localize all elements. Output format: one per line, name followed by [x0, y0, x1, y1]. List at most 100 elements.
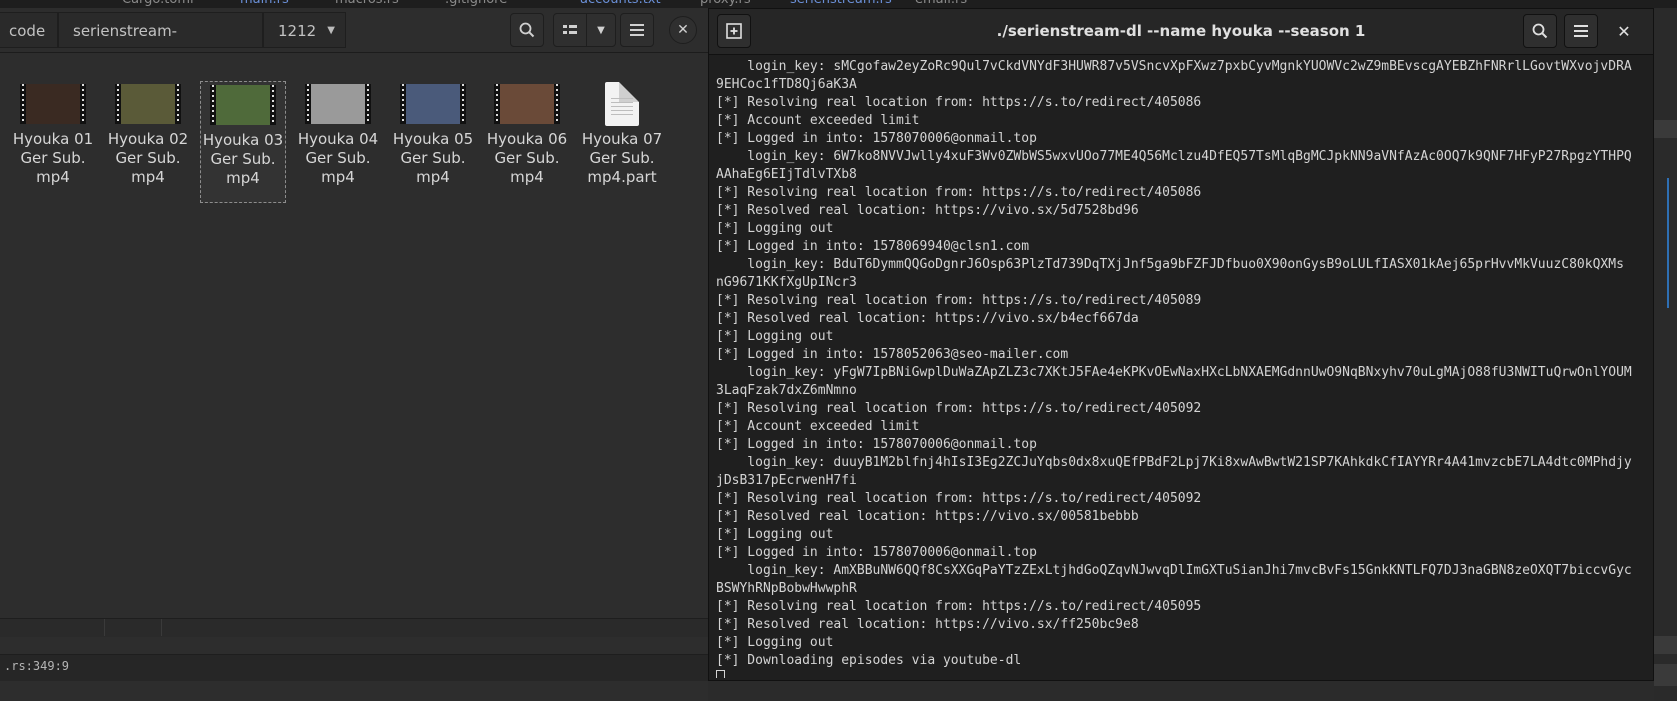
terminal-line: [*] Logging out — [716, 635, 834, 650]
view-mode-button[interactable] — [553, 13, 587, 47]
file-name-line: mp4 — [131, 168, 165, 186]
file-name-line: mp4 — [510, 168, 544, 186]
file-item-hyouka-03[interactable]: Hyouka 03 Ger Sub. mp4 — [200, 81, 286, 203]
document-icon — [605, 82, 639, 126]
breadcrumb-1212-label: 1212 — [278, 22, 317, 40]
file-grid: Hyouka 01 Ger Sub. mp4 Hyouka 02 Ger Sub… — [0, 53, 708, 618]
file-name-line: mp4 — [321, 168, 355, 186]
background-editor-edge — [1654, 8, 1677, 701]
background-editor-tab[interactable]: serienstream.rs — [790, 0, 892, 7]
terminal-line: login_key: BduT6DymmQQGoDgnrJ6Osp63PlzTd… — [716, 257, 1624, 272]
terminal-line: [*] Logged in into: 1578070006@onmail.to… — [716, 437, 1037, 452]
editor-edge-mark — [1654, 120, 1677, 138]
terminal-line: [*] Resolving real location from: https:… — [716, 491, 1202, 506]
search-icon — [1532, 23, 1548, 39]
terminal-line: login_key: sMCgofaw2eyZoRc9Qul7vCkdVNYdF… — [716, 59, 1632, 74]
file-name-line: mp4.part — [587, 168, 657, 186]
background-editor-tabs: Cargo.toml main.rs macros.rs .gitignore acco… — [0, 0, 1677, 8]
terminal-line: [*] Logged in into: 1578052063@seo-maile… — [716, 347, 1069, 362]
file-item-hyouka-06[interactable]: Hyouka 06 Ger Sub. mp4 — [484, 81, 570, 187]
breadcrumb-1212[interactable]: 1212 ▼ — [263, 12, 346, 48]
terminal-line: login_key: AmXBBuNW6QQf8CsXXGqPaYTzZExLt… — [716, 563, 1632, 578]
terminal-menu-button[interactable] — [1564, 14, 1598, 48]
terminal-line: login_key: yFgW7IpBNiGwplDuWaZApZLZ3c7XK… — [716, 365, 1632, 380]
close-icon: ✕ — [1617, 21, 1631, 41]
chevron-down-icon: ▼ — [597, 24, 605, 36]
terminal-line: [*] Logged in into: 1578069940@clsn1.com — [716, 239, 1030, 254]
terminal-line: [*] Resolving real location from: https:… — [716, 293, 1202, 308]
file-name-line: Ger Sub. — [589, 149, 655, 167]
breadcrumb-code[interactable]: code — [0, 12, 58, 48]
search-button[interactable] — [510, 13, 544, 47]
editor-statusbar: .rs:349:9 — [0, 654, 708, 681]
terminal-line: [*] Resolving real location from: https:… — [716, 95, 1202, 110]
background-editor-tab[interactable]: macros.rs — [335, 0, 399, 7]
terminal-cursor — [716, 670, 725, 678]
statusbar-segment — [105, 619, 162, 636]
terminal-window: ./serienstream-dl --name hyouka --season… — [708, 8, 1654, 681]
editor-edge-mark — [1654, 636, 1677, 654]
breadcrumb-serienstream-downloader[interactable]: serienstream-downloader — [58, 12, 263, 76]
terminal-line: [*] Resolved real location: https://vivo… — [716, 203, 1139, 218]
file-name-line: mp4 — [36, 168, 70, 186]
file-name-line: mp4 — [416, 168, 450, 186]
file-name-line: Ger Sub. — [400, 149, 466, 167]
terminal-line: 3LaqFzak7dxZ6mNmno — [716, 383, 857, 398]
background-editor-tab[interactable]: accounts.txt — [580, 0, 661, 7]
terminal-prompt-line — [716, 670, 1646, 678]
terminal-line: [*] Account exceeded limit — [716, 419, 920, 434]
terminal-line: [*] Resolving real location from: https:… — [716, 185, 1202, 200]
hamburger-icon — [630, 24, 644, 36]
terminal-line: [*] Resolved real location: https://vivo… — [716, 509, 1139, 524]
file-name-line: Hyouka 06 — [486, 130, 568, 148]
video-thumbnail — [494, 84, 560, 124]
file-item-hyouka-01[interactable]: Hyouka 01 Ger Sub. mp4 — [10, 81, 96, 187]
editor-edge-mark — [1654, 664, 1677, 686]
file-manager-statusbar — [0, 618, 708, 637]
terminal-line: [*] Logged in into: 1578070006@onmail.to… — [716, 545, 1037, 560]
file-name-line: mp4 — [226, 169, 260, 187]
terminal-line: [*] Logging out — [716, 329, 834, 344]
terminal-line: 9EHCoc1fTD8Qj6aK3A — [716, 77, 857, 92]
file-name-line: Hyouka 05 — [392, 130, 474, 148]
file-item-hyouka-07[interactable]: Hyouka 07 Ger Sub. mp4.part — [579, 81, 665, 187]
terminal-line: login_key: duuyB1M2blfnj4hIsI3Eg2ZCJuYqb… — [716, 455, 1632, 470]
file-item-hyouka-02[interactable]: Hyouka 02 Ger Sub. mp4 — [105, 81, 191, 187]
terminal-line: BSWYhRNpBobwHwwphR — [716, 581, 857, 596]
video-thumbnail — [210, 85, 276, 125]
file-item-hyouka-04[interactable]: Hyouka 04 Ger Sub. mp4 — [295, 81, 381, 187]
terminal-title: ./serienstream-dl --name hyouka --season… — [996, 22, 1366, 40]
editor-scrollbar[interactable] — [1667, 178, 1669, 308]
background-editor-tab[interactable]: .gitignore — [445, 0, 507, 7]
statusbar-segment — [0, 619, 105, 636]
background-editor-tab[interactable]: main.rs — [240, 0, 289, 7]
terminal-output[interactable]: login_key: sMCgofaw2eyZoRc9Qul7vCkdVNYdF… — [716, 58, 1646, 678]
search-icon — [519, 22, 535, 38]
background-editor-tab[interactable]: proxy.rs — [700, 0, 751, 7]
cursor-position: .rs:349:9 — [4, 659, 70, 673]
background-editor-tab[interactable]: email.rs — [915, 0, 967, 7]
close-button[interactable]: ✕ — [669, 16, 697, 44]
view-options-dropdown[interactable]: ▼ — [586, 13, 616, 47]
video-thumbnail — [400, 84, 466, 124]
terminal-line: [*] Account exceeded limit — [716, 113, 920, 128]
terminal-line: nG9671KKfXgUpINcr3 — [716, 275, 857, 290]
file-name-line: Hyouka 03 — [202, 131, 284, 149]
file-item-hyouka-05[interactable]: Hyouka 05 Ger Sub. mp4 — [390, 81, 476, 187]
chevron-down-icon: ▼ — [327, 25, 335, 36]
terminal-line: [*] Resolved real location: https://vivo… — [716, 617, 1139, 632]
file-name-line: Ger Sub. — [494, 149, 560, 167]
background-editor-tab[interactable]: Cargo.toml — [122, 0, 194, 7]
terminal-search-button[interactable] — [1523, 14, 1557, 48]
terminal-line: [*] Logged in into: 1578070006@onmail.to… — [716, 131, 1037, 146]
file-name-line: Ger Sub. — [210, 150, 276, 168]
file-name-line: Hyouka 04 — [297, 130, 379, 148]
terminal-close-button[interactable]: ✕ — [1607, 14, 1641, 48]
video-thumbnail — [115, 84, 181, 124]
file-manager-window: code serienstream-downloader 1212 ▼ ▼ ✕ … — [0, 8, 708, 701]
terminal-line: [*] Logging out — [716, 527, 834, 542]
terminal-line: login_key: 6W7ko8NVVJwlly4xuF3Wv0ZWbWS5w… — [716, 149, 1632, 164]
terminal-line: [*] Resolving real location from: https:… — [716, 599, 1202, 614]
menu-button[interactable] — [620, 13, 654, 47]
terminal-line: [*] Resolving real location from: https:… — [716, 401, 1202, 416]
